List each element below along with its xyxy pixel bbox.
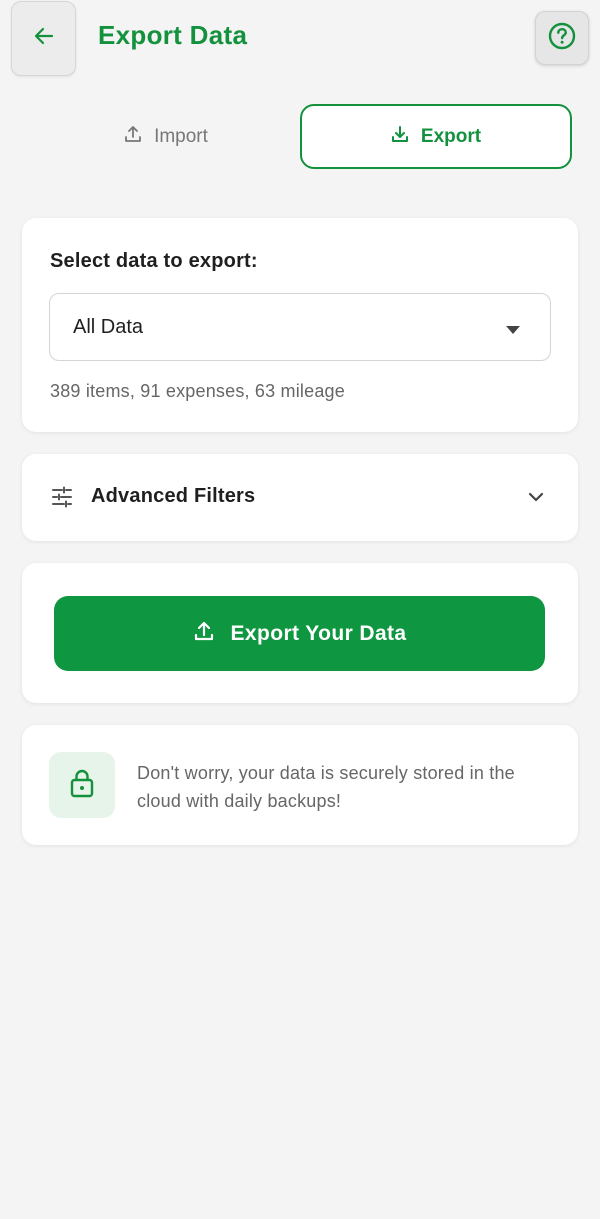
advanced-filters-toggle[interactable]: Advanced Filters bbox=[22, 454, 578, 541]
data-summary: 389 items, 91 expenses, 63 mileage bbox=[50, 381, 345, 401]
export-your-data-button[interactable]: Export Your Data bbox=[54, 596, 545, 671]
select-data-label: Select data to export: bbox=[50, 250, 258, 272]
security-info-card: Don't worry, your data is securely store… bbox=[22, 725, 578, 845]
data-type-select[interactable]: All Data bbox=[49, 293, 551, 361]
tab-import-label: Import bbox=[154, 125, 208, 147]
arrow-left-icon bbox=[32, 24, 56, 53]
download-icon bbox=[391, 125, 409, 149]
caret-down-icon bbox=[506, 322, 520, 340]
tab-import[interactable]: Import bbox=[30, 104, 302, 169]
help-circle-icon bbox=[547, 21, 577, 56]
data-type-select-value: All Data bbox=[73, 316, 144, 338]
tab-export[interactable]: Export bbox=[300, 104, 572, 169]
export-data-screen: Export Data Import Export Select data to… bbox=[0, 0, 600, 1219]
export-action-card: Export Your Data bbox=[22, 563, 578, 703]
select-data-card: Select data to export: All Data 389 item… bbox=[22, 218, 578, 432]
sliders-icon bbox=[50, 485, 74, 514]
back-button[interactable] bbox=[11, 1, 76, 76]
advanced-filters-label: Advanced Filters bbox=[91, 485, 256, 507]
chevron-down-icon bbox=[526, 487, 546, 512]
upload-icon bbox=[124, 125, 142, 149]
upload-icon bbox=[193, 620, 215, 648]
lock-icon bbox=[69, 768, 95, 803]
export-your-data-label: Export Your Data bbox=[230, 621, 407, 645]
help-button[interactable] bbox=[535, 11, 589, 65]
security-info-text: Don't worry, your data is securely store… bbox=[137, 763, 515, 811]
tab-export-label: Export bbox=[420, 125, 482, 147]
lock-badge bbox=[49, 752, 115, 818]
app-header: Export Data bbox=[0, 0, 600, 80]
page-title: Export Data bbox=[98, 20, 248, 50]
